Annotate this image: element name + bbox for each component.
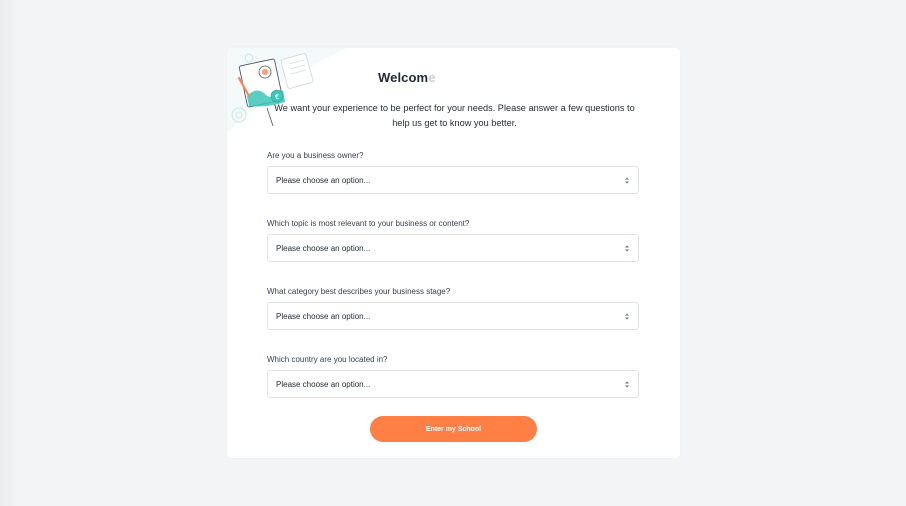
title-text-fade: e (428, 70, 436, 85)
topic-select[interactable]: Please choose an option... (267, 234, 639, 262)
question-label-topic: Which topic is most relevant to your bus… (267, 219, 470, 228)
business-owner-select[interactable]: Please choose an option... (267, 166, 639, 194)
updown-caret-icon (625, 245, 629, 252)
question-label-country: Which country are you located in? (267, 355, 388, 364)
question-label-business-owner: Are you a business owner? (267, 151, 364, 160)
page-subtitle: We want your experience to be perfect fo… (274, 103, 635, 128)
question-label-business-stage: What category best describes your busine… (267, 287, 451, 296)
select-value: Please choose an option... (276, 176, 371, 185)
select-value: Please choose an option... (276, 312, 371, 321)
country-select[interactable]: Please choose an option... (267, 370, 639, 398)
select-value: Please choose an option... (276, 380, 371, 389)
enter-school-button[interactable]: Enter my School (370, 416, 537, 442)
business-stage-select[interactable]: Please choose an option... (267, 302, 639, 330)
window-edge (0, 0, 18, 506)
title-text: Welcom (378, 70, 429, 85)
page-title: Welcome (378, 70, 436, 85)
updown-caret-icon (625, 177, 629, 184)
select-value: Please choose an option... (276, 244, 371, 253)
svg-text:€: € (275, 93, 279, 101)
updown-caret-icon (625, 381, 629, 388)
onboarding-card: € Welcome We want your experience to be … (227, 48, 680, 458)
updown-caret-icon (625, 313, 629, 320)
